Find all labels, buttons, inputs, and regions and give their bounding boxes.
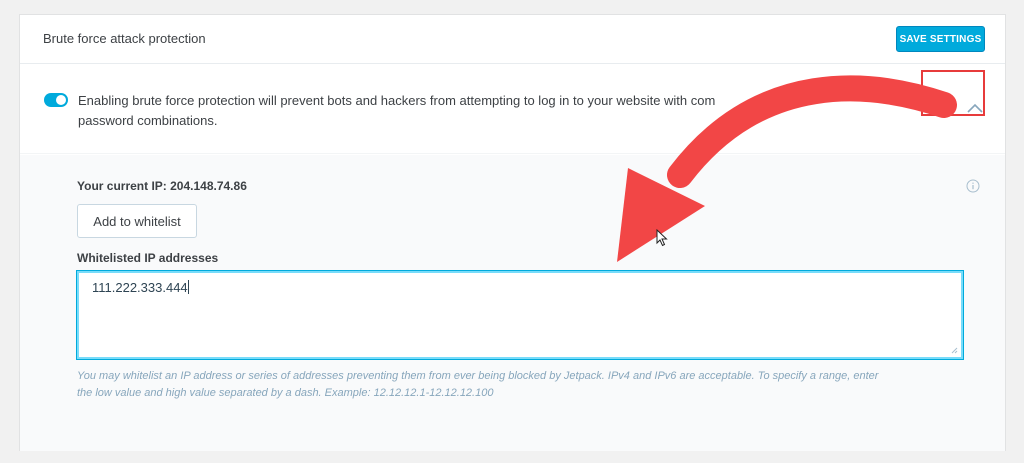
add-to-whitelist-button[interactable]: Add to whitelist	[77, 204, 197, 238]
whitelist-section: Your current IP: 204.148.74.86 Add to wh…	[20, 155, 1005, 451]
whitelist-textarea[interactable]: 111.222.333.444	[76, 270, 964, 360]
protection-description: Enabling brute force protection will pre…	[78, 91, 748, 131]
card-title: Brute force attack protection	[43, 31, 206, 46]
help-text-line1: You may whitelist an IP address or serie…	[77, 370, 879, 382]
mouse-cursor-icon	[656, 229, 668, 247]
annotation-highlight-box	[921, 70, 985, 116]
text-caret	[187, 280, 189, 294]
current-ip: Your current IP: 204.148.74.86	[77, 179, 247, 193]
protection-toggle-row: Enabling brute force protection will pre…	[20, 65, 1005, 154]
settings-card: Brute force attack protection SAVE SETTI…	[19, 14, 1006, 451]
help-text-line2: the low value and high value separated b…	[77, 387, 494, 399]
toggle-knob	[56, 95, 66, 105]
card-header: Brute force attack protection SAVE SETTI…	[20, 15, 1005, 64]
brute-force-toggle[interactable]	[44, 93, 68, 107]
save-settings-button[interactable]: SAVE SETTINGS	[896, 26, 985, 52]
protection-description-line1: Enabling brute force protection will pre…	[78, 93, 716, 108]
protection-description-line2: password combinations.	[78, 113, 218, 128]
info-icon[interactable]	[966, 179, 980, 198]
whitelist-field-label: Whitelisted IP addresses	[77, 251, 219, 265]
whitelist-textarea-value: 111.222.333.444	[92, 280, 188, 295]
resize-grip-icon[interactable]	[951, 347, 958, 354]
whitelist-help-text: You may whitelist an IP address or serie…	[77, 368, 967, 402]
